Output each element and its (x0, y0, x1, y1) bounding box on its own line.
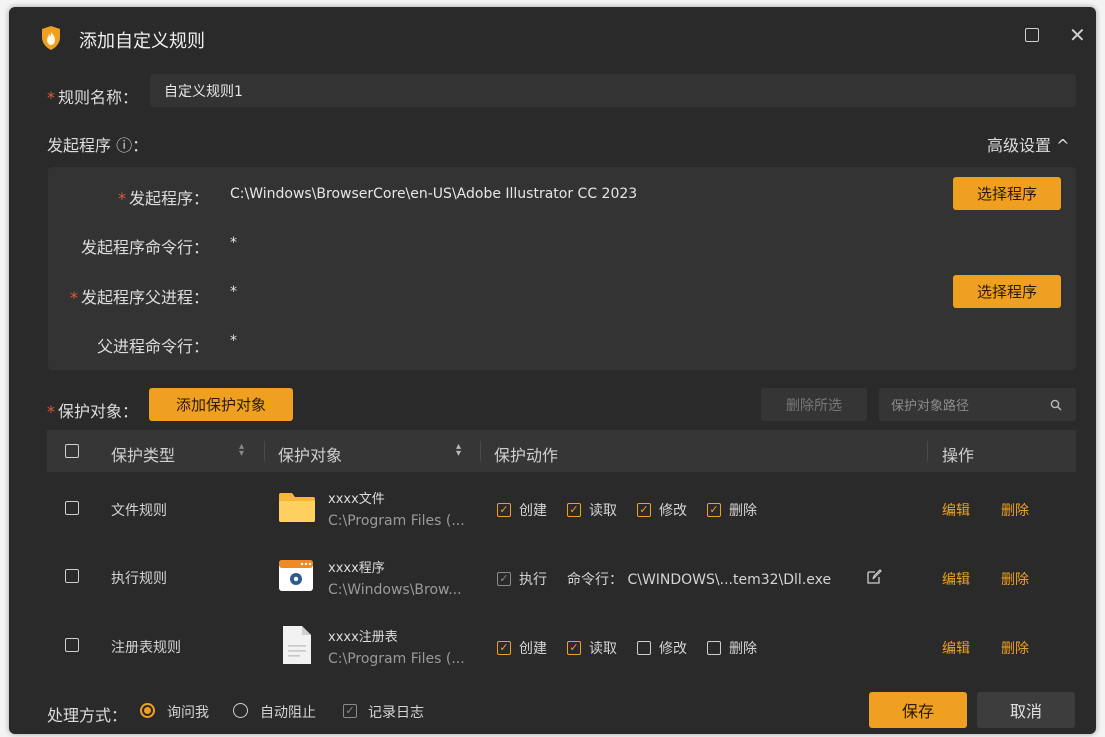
delete-checkbox[interactable] (707, 641, 721, 655)
radio-ask-label: 询问我 (167, 705, 209, 721)
object-name: xxxx文件 (328, 492, 385, 507)
action-label: 读取 (589, 641, 617, 657)
row-type: 文件规则 (111, 503, 167, 519)
cancel-button[interactable]: 取消 (977, 692, 1075, 728)
delete-link[interactable]: 删除 (1001, 500, 1029, 520)
modify-checkbox[interactable]: ✓ (637, 503, 651, 517)
action-group: ✓ 创建 ✓ 读取 修改 删除 (497, 638, 757, 658)
delete-link[interactable]: 删除 (1001, 569, 1029, 589)
action-label: 创建 (519, 641, 547, 657)
folder-icon (279, 493, 315, 522)
record-log-checkbox[interactable]: ✓ (343, 704, 357, 718)
save-button[interactable]: 保存 (869, 692, 967, 728)
add-protect-object-button[interactable]: 添加保护对象 (149, 388, 293, 421)
delete-selected-button[interactable]: 删除所选 (761, 388, 867, 421)
handling-mode-label: 处理方式： (47, 706, 128, 725)
parent-cmdline-label: 父进程命令行： (96, 337, 209, 356)
dialog-window: 添加自定义规则 ✕ * 规则名称： 自定义规则1 发起程序 ⓘ： 高级设置 ^ *… (9, 7, 1096, 734)
record-log-label: 记录日志 (368, 705, 424, 721)
row-type: 执行规则 (111, 571, 167, 587)
edit-pencil-icon[interactable] (866, 569, 882, 585)
parent-cmdline-input[interactable]: * (216, 324, 1061, 357)
radio-auto-block-label: 自动阻止 (260, 705, 316, 721)
program-input[interactable]: C:\Windows\BrowserCore\en-US\Adobe Illus… (216, 177, 943, 210)
action-group: ✓ 执行 命令行： C\WINDOWS\...tem32\Dll.exe (497, 569, 831, 589)
col-divider (927, 441, 928, 461)
cmdline-label: 发起程序命令行： (80, 238, 209, 257)
row-checkbox[interactable] (65, 501, 79, 515)
close-icon[interactable]: ✕ (1069, 25, 1086, 45)
edit-link[interactable]: 编辑 (942, 500, 970, 520)
maximize-icon[interactable] (1025, 28, 1039, 42)
search-placeholder: 保护对象路径 (891, 399, 970, 414)
shield-logo-icon (42, 26, 60, 50)
table-header (47, 430, 1076, 472)
action-label: 删除 (729, 503, 757, 519)
select-parent-program-button[interactable]: 选择程序 (953, 275, 1061, 308)
rule-name-input[interactable]: 自定义规则1 (150, 74, 1076, 107)
protect-object-label: * 保护对象： (47, 402, 139, 421)
radio-ask[interactable] (140, 703, 155, 718)
read-checkbox[interactable]: ✓ (567, 503, 581, 517)
delete-checkbox[interactable]: ✓ (707, 503, 721, 517)
object-path: C:\Windows\Brow... (328, 582, 462, 598)
parent-process-input[interactable]: * (216, 275, 943, 308)
delete-link[interactable]: 删除 (1001, 638, 1029, 658)
col-divider (480, 441, 481, 461)
object-path-search[interactable]: 保护对象路径 (879, 388, 1076, 421)
action-label: 创建 (519, 503, 547, 519)
read-checkbox[interactable]: ✓ (567, 641, 581, 655)
row-checkbox[interactable] (65, 569, 79, 583)
cmdline-text: 命令行： C\WINDOWS\...tem32\Dll.exe (567, 572, 832, 588)
radio-auto-block[interactable] (233, 703, 248, 718)
sort-type-icon[interactable]: ▴ ▾ (239, 442, 244, 459)
col-header-op: 操作 (942, 446, 975, 465)
rule-name-label: * 规则名称： (47, 88, 139, 107)
object-path: C:\Program Files (... (328, 513, 465, 529)
window-title: 添加自定义规则 (79, 31, 205, 52)
col-header-object[interactable]: 保护对象 (278, 442, 342, 466)
action-label: 读取 (589, 503, 617, 519)
create-checkbox[interactable]: ✓ (497, 503, 511, 517)
action-label: 修改 (659, 503, 687, 519)
create-checkbox[interactable]: ✓ (497, 641, 511, 655)
search-icon[interactable] (1050, 399, 1062, 411)
program-icon (279, 560, 313, 591)
parent-process-label: * 发起程序父进程： (69, 288, 209, 307)
select-all-checkbox[interactable] (65, 444, 79, 458)
object-name: xxxx注册表 (328, 630, 398, 645)
row-checkbox[interactable] (65, 638, 79, 652)
edit-link[interactable]: 编辑 (942, 638, 970, 658)
object-name: xxxx程序 (328, 561, 385, 576)
execute-checkbox: ✓ (497, 572, 511, 586)
select-program-button[interactable]: 选择程序 (953, 177, 1061, 210)
col-divider (264, 441, 265, 461)
sort-object-icon[interactable]: ▴ ▾ (456, 442, 461, 459)
cmdline-input[interactable]: * (216, 226, 1061, 259)
edit-link[interactable]: 编辑 (942, 569, 970, 589)
action-label: 修改 (659, 641, 687, 657)
advanced-settings-toggle[interactable]: 高级设置 ^ (987, 132, 1070, 156)
action-label: 删除 (729, 641, 757, 657)
program-label: * 发起程序： (117, 189, 209, 208)
col-header-action: 保护动作 (494, 446, 559, 465)
action-label: 执行 (519, 572, 547, 588)
action-group: ✓ 创建 ✓ 读取 ✓ 修改 ✓ 删除 (497, 500, 757, 520)
initiator-section-label: 发起程序 ⓘ： (47, 136, 149, 155)
col-header-type[interactable]: 保护类型 (111, 442, 175, 466)
row-type: 注册表规则 (111, 640, 181, 656)
modify-checkbox[interactable] (637, 641, 651, 655)
object-path: C:\Program Files (... (328, 651, 465, 667)
registry-file-icon (283, 626, 311, 664)
